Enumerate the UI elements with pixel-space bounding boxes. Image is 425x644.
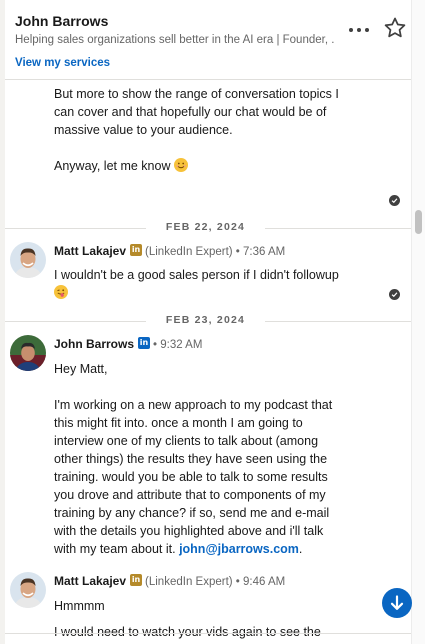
message-sender: Matt Lakajev in (LinkedIn Expert) • 9:46 A… — [54, 574, 285, 590]
message-line: Hey Matt, — [54, 362, 108, 376]
sender-name[interactable]: John Barrows — [54, 337, 134, 351]
linkedin-badge-icon: in — [130, 574, 143, 586]
dot — [365, 28, 369, 32]
message-line-text: Anyway, let me know — [54, 159, 171, 173]
message-line: training by any chance? if so, send me a… — [54, 506, 330, 520]
composer-divider — [0, 633, 411, 634]
sender-name[interactable]: Matt Lakajev — [54, 574, 126, 588]
avatar[interactable] — [10, 335, 46, 371]
more-options-button[interactable] — [346, 18, 372, 40]
message-line: other things) the results they have seen… — [54, 452, 328, 466]
message-sender: John Barrows in • 9:32 AM — [54, 337, 202, 353]
message-line: can cover and that hopefully our chat wo… — [54, 105, 327, 119]
contact-headline: Helping sales organizations sell better … — [15, 34, 335, 46]
message-line: Hmmmm — [54, 599, 105, 613]
date-label: FEB 22, 2024 — [165, 221, 246, 233]
messaging-conversation-panel: John Barrows Helping sales organizations… — [0, 0, 411, 644]
message-line: this might fit into. once a month I am g… — [54, 416, 303, 430]
avatar[interactable] — [10, 572, 46, 608]
message-body: But more to show the range of conversati… — [54, 85, 374, 175]
message-meta: • 9:32 AM — [153, 339, 203, 351]
avatar[interactable] — [10, 242, 46, 278]
message-body: Hmmmm I would need to watch your vids ag… — [54, 597, 374, 641]
message-meta: (LinkedIn Expert) • 7:36 AM — [145, 246, 286, 258]
message-line: But more to show the range of conversati… — [54, 87, 339, 101]
message-line: Anyway, let me know — [54, 157, 374, 175]
sender-name[interactable]: Matt Lakajev — [54, 244, 126, 258]
dot — [357, 28, 361, 32]
message-line: with the details you highlighted above a… — [54, 524, 324, 538]
dot — [349, 28, 353, 32]
winking-tongue-emoji-icon — [54, 285, 68, 299]
email-link[interactable]: john@jbarrows.com — [179, 542, 299, 556]
date-label: FEB 23, 2024 — [165, 314, 246, 326]
linkedin-badge-icon: in — [138, 337, 151, 349]
message-body: Hey Matt, I'm working on a new approach … — [54, 360, 374, 558]
star-icon[interactable] — [382, 15, 408, 41]
page-background-strip — [0, 0, 5, 644]
read-receipt-check-icon — [389, 289, 400, 300]
smiling-emoji-icon — [173, 158, 188, 172]
date-separator: FEB 22, 2024 — [0, 220, 411, 236]
message-line: interview one of my clients to talk abou… — [54, 434, 319, 448]
message-sender: Matt Lakajev in (LinkedIn Expert) • 7:36 A… — [54, 244, 285, 260]
conversation-header: John Barrows Helping sales organizations… — [0, 0, 411, 80]
read-receipt-check-icon — [389, 195, 400, 206]
message-line: I wouldn't be a good sales person if I d… — [54, 268, 339, 282]
contact-name[interactable]: John Barrows — [15, 13, 108, 29]
vertical-scrollbar[interactable] — [411, 0, 425, 644]
date-separator: FEB 23, 2024 — [0, 313, 411, 329]
arrow-down-icon — [390, 595, 404, 610]
message-line-text: . — [298, 542, 303, 556]
message-line: with my team about it. john@jbarrows.com… — [54, 540, 374, 558]
message-line: training. would you be able to talk to s… — [54, 470, 328, 484]
message-meta: (LinkedIn Expert) • 9:46 AM — [145, 576, 286, 588]
linkedin-badge-icon: in — [130, 244, 143, 256]
message-body: I wouldn't be a good sales person if I d… — [54, 266, 374, 302]
scrollbar-thumb[interactable] — [415, 210, 422, 234]
scroll-to-bottom-button[interactable] — [382, 588, 412, 618]
message-line: you drove and attribute that to componen… — [54, 488, 326, 502]
view-services-link[interactable]: View my services — [15, 57, 110, 69]
message-line: I would need to watch your vids again to… — [54, 625, 321, 639]
message-line: I'm working on a new approach to my podc… — [54, 398, 333, 412]
message-line: massive value to your audience. — [54, 123, 233, 137]
message-list[interactable]: But more to show the range of conversati… — [0, 81, 411, 644]
message-line — [54, 284, 374, 302]
message-line-text: with my team about it. — [54, 542, 176, 556]
